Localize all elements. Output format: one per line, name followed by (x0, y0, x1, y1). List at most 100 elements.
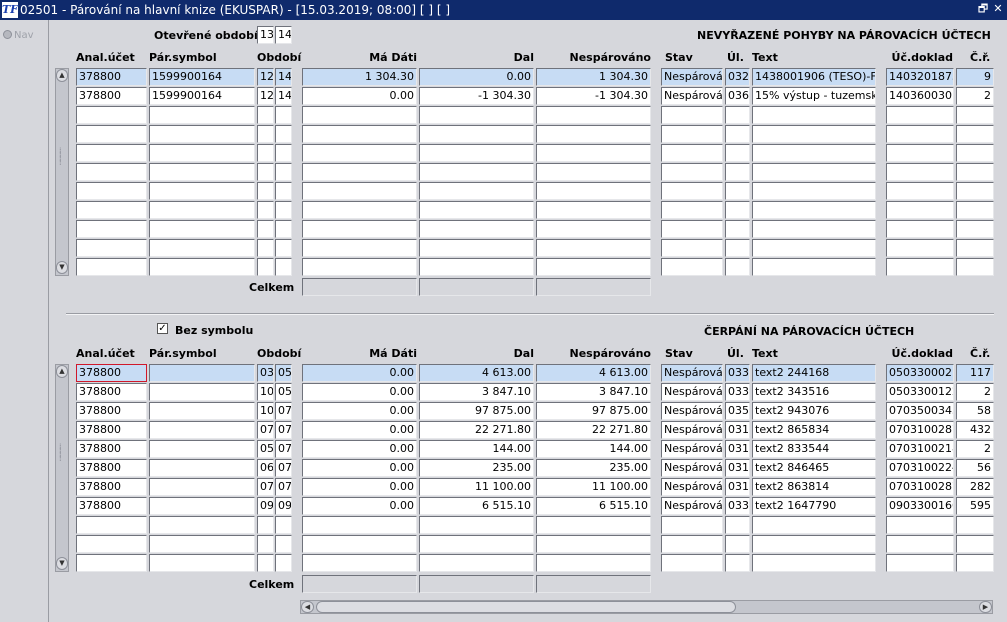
cell-obdobi-from[interactable] (257, 201, 274, 219)
cell-text[interactable] (752, 258, 876, 276)
cell-stav[interactable] (661, 144, 723, 162)
cell-obdobi-from[interactable]: 07 (257, 478, 274, 496)
cell-ul[interactable]: 033 (725, 497, 750, 515)
cell-text[interactable] (752, 144, 876, 162)
cell-ma-dati[interactable] (302, 516, 417, 534)
cell-dal[interactable]: 4 613.00 (419, 364, 534, 382)
cell-anal-ucet[interactable]: 378800 (76, 497, 147, 515)
cell-obdobi-to[interactable]: 05 (275, 383, 292, 401)
cell-obdobi-from[interactable]: 03 (257, 364, 274, 382)
cell-uc-doklad[interactable]: 0703100224 (886, 459, 954, 477)
cell-cislo-radku[interactable]: 432 (956, 421, 994, 439)
open-period-to-field[interactable]: 14 (275, 26, 292, 44)
bottom-vertical-scrollbar[interactable]: ▲ ⁞ ⁞ ⁞ ⁞ ▼ (55, 364, 69, 572)
cell-dal[interactable] (419, 554, 534, 572)
cell-par-symbol[interactable] (149, 440, 255, 458)
cell-cislo-radku[interactable]: 2 (956, 383, 994, 401)
cell-uc-doklad[interactable] (886, 106, 954, 124)
cell-obdobi-from[interactable] (257, 516, 274, 534)
cell-stav[interactable]: Nespárován (661, 440, 723, 458)
cell-anal-ucet[interactable] (76, 258, 147, 276)
cell-text[interactable]: text2 943076 (752, 402, 876, 420)
cell-uc-doklad[interactable] (886, 144, 954, 162)
cell-stav[interactable]: Nespárován (661, 459, 723, 477)
cell-ul[interactable] (725, 535, 750, 553)
cell-anal-ucet[interactable]: 378800 (76, 364, 147, 382)
cell-cislo-radku[interactable] (956, 182, 994, 200)
cell-ul[interactable]: 031 (725, 421, 750, 439)
cell-dal[interactable] (419, 125, 534, 143)
cell-anal-ucet[interactable] (76, 201, 147, 219)
cell-dal[interactable] (419, 239, 534, 257)
cell-uc-doklad[interactable] (886, 258, 954, 276)
cell-stav[interactable] (661, 182, 723, 200)
cell-obdobi-from[interactable]: 09 (257, 497, 274, 515)
cell-nesparovano[interactable]: 1 304.30 (536, 68, 651, 86)
cell-anal-ucet[interactable] (76, 516, 147, 534)
restore-window-icon[interactable]: 🗗 (977, 3, 989, 15)
cell-anal-ucet[interactable]: 378800 (76, 68, 147, 86)
cell-stav[interactable]: Nespárován (661, 497, 723, 515)
cell-par-symbol[interactable] (149, 144, 255, 162)
cell-ul[interactable]: 032 (725, 68, 750, 86)
cell-uc-doklad[interactable] (886, 535, 954, 553)
cell-obdobi-to[interactable] (275, 516, 292, 534)
cell-ul[interactable] (725, 258, 750, 276)
nav-button[interactable]: Nav (3, 30, 34, 41)
cell-par-symbol[interactable] (149, 163, 255, 181)
cell-obdobi-to[interactable]: 07 (275, 402, 292, 420)
cell-stav[interactable] (661, 125, 723, 143)
cell-anal-ucet[interactable]: 378800 (76, 459, 147, 477)
close-window-icon[interactable]: ✕ (992, 3, 1004, 15)
cell-nesparovano[interactable] (536, 554, 651, 572)
cell-text[interactable] (752, 163, 876, 181)
cell-uc-doklad[interactable] (886, 163, 954, 181)
cell-text[interactable]: 1438001906 (TESO)-Fakt (752, 68, 876, 86)
cell-text[interactable] (752, 535, 876, 553)
scroll-down-icon[interactable]: ▼ (56, 261, 68, 274)
cell-obdobi-from[interactable]: 12 (257, 87, 274, 105)
cell-nesparovano[interactable] (536, 220, 651, 238)
cell-ma-dati[interactable]: 0.00 (302, 421, 417, 439)
cell-par-symbol[interactable] (149, 383, 255, 401)
cell-ma-dati[interactable] (302, 125, 417, 143)
cell-cislo-radku[interactable]: 56 (956, 459, 994, 477)
cell-nesparovano[interactable] (536, 535, 651, 553)
cell-obdobi-from[interactable] (257, 125, 274, 143)
cell-text[interactable]: text2 833544 (752, 440, 876, 458)
cell-ul[interactable]: 033 (725, 364, 750, 382)
cell-ul[interactable] (725, 516, 750, 534)
cell-cislo-radku[interactable] (956, 106, 994, 124)
cell-anal-ucet[interactable]: 378800 (76, 421, 147, 439)
cell-par-symbol[interactable] (149, 258, 255, 276)
cell-dal[interactable]: 97 875.00 (419, 402, 534, 420)
cell-uc-doklad[interactable] (886, 220, 954, 238)
cell-par-symbol[interactable] (149, 239, 255, 257)
cell-par-symbol[interactable] (149, 421, 255, 439)
cell-anal-ucet[interactable] (76, 535, 147, 553)
cell-uc-doklad[interactable] (886, 201, 954, 219)
cell-dal[interactable] (419, 220, 534, 238)
cell-ma-dati[interactable]: 0.00 (302, 402, 417, 420)
cell-dal[interactable]: 6 515.10 (419, 497, 534, 515)
cell-nesparovano[interactable]: 6 515.10 (536, 497, 651, 515)
cell-ma-dati[interactable] (302, 201, 417, 219)
cell-nesparovano[interactable]: 235.00 (536, 459, 651, 477)
cell-dal[interactable] (419, 516, 534, 534)
cell-cislo-radku[interactable] (956, 258, 994, 276)
cell-anal-ucet[interactable]: 378800 (76, 87, 147, 105)
cell-par-symbol[interactable] (149, 478, 255, 496)
scroll-up-icon[interactable]: ▲ (56, 365, 68, 378)
cell-cislo-radku[interactable]: 2 (956, 440, 994, 458)
cell-dal[interactable] (419, 163, 534, 181)
scroll-up-icon[interactable]: ▲ (56, 69, 68, 82)
cell-ma-dati[interactable] (302, 535, 417, 553)
cell-par-symbol[interactable] (149, 459, 255, 477)
cell-dal[interactable] (419, 535, 534, 553)
cell-par-symbol[interactable] (149, 182, 255, 200)
cell-obdobi-to[interactable] (275, 144, 292, 162)
cell-cislo-radku[interactable]: 595 (956, 497, 994, 515)
cell-text[interactable] (752, 201, 876, 219)
cell-stav[interactable]: Nespárován (661, 68, 723, 86)
cell-par-symbol[interactable]: 1599900164 (149, 68, 255, 86)
